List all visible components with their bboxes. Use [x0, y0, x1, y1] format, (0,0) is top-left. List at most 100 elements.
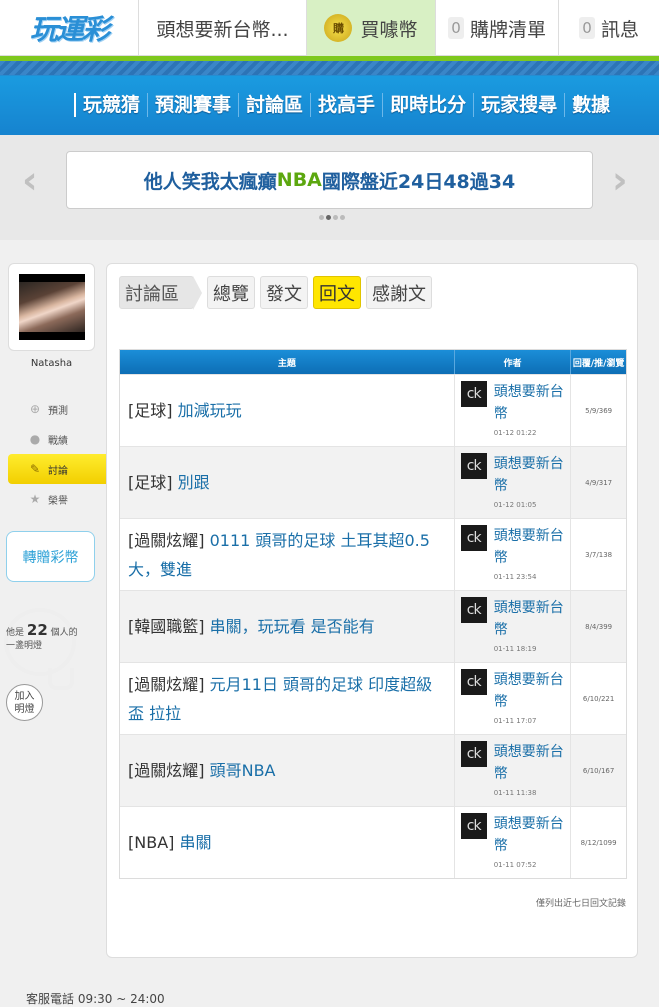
- author-link[interactable]: 頭想要新台幣: [494, 453, 568, 497]
- messages-button[interactable]: 0 訊息: [558, 0, 659, 56]
- topic-category: [過關炫耀]: [128, 530, 205, 550]
- topic-category: [韓國職籃]: [128, 617, 205, 636]
- author-avatar[interactable]: ck: [460, 813, 487, 839]
- coin-icon: 購: [324, 14, 353, 42]
- stats-cell: 3/7/138: [570, 519, 626, 590]
- author-link[interactable]: 頭想要新台幣: [494, 381, 568, 425]
- nav-item-predict[interactable]: 預測賽事: [147, 93, 238, 117]
- tab-thanks[interactable]: 感謝文: [366, 276, 432, 309]
- topic-link[interactable]: 別跟: [178, 473, 210, 492]
- topic-cell: [過關炫耀] 元月11日 頭哥的足球 印度超級盃 拉拉: [120, 663, 454, 734]
- avatar[interactable]: [19, 274, 85, 340]
- stats-cell: 6/10/167: [570, 735, 626, 806]
- table-row: [過關炫耀] 0111 頭哥的足球 土耳其超0.5大，雙進 ck 頭想要新台幣 …: [120, 518, 626, 590]
- replies-table: 主題 作者 回覆/推/瀏覽 [足球] 加減玩玩 ck 頭想要新台幣 01-12 …: [119, 349, 627, 879]
- author-cell: ck 頭想要新台幣 01-11 18:19: [453, 591, 571, 662]
- carousel-dot[interactable]: [340, 215, 345, 220]
- author-cell: ck 頭想要新台幣 01-11 23:54: [453, 519, 571, 590]
- banner-text-league: NBA: [276, 169, 322, 191]
- author-avatar[interactable]: ck: [460, 669, 487, 695]
- sidebar-item-predictions[interactable]: ⊕ 預測: [8, 394, 112, 424]
- post-time: 01-11 18:19: [493, 645, 537, 653]
- author-link[interactable]: 頭想要新台幣: [494, 597, 568, 641]
- cart-button[interactable]: 0 購牌清單: [435, 0, 558, 56]
- topic-category: [足球]: [128, 473, 173, 492]
- author-avatar[interactable]: ck: [460, 597, 487, 623]
- tab-overview[interactable]: 總覽: [207, 276, 255, 309]
- nav-item-stats[interactable]: 數據: [564, 93, 617, 117]
- author-link[interactable]: 頭想要新台幣: [494, 525, 568, 569]
- logo-text: 玩運彩: [29, 13, 110, 46]
- topic-link[interactable]: 串關: [179, 833, 211, 852]
- sidebar-item-label: 討論: [48, 465, 68, 477]
- nav-item-live-scores[interactable]: 即時比分: [382, 93, 473, 117]
- tab-forum-section: 討論區: [119, 276, 202, 310]
- topic-link[interactable]: 串關，玩玩看 是否能有: [210, 617, 375, 636]
- carousel-dot[interactable]: [333, 215, 338, 220]
- topic-link[interactable]: 加減玩玩: [178, 401, 242, 420]
- post-time: 01-11 11:38: [493, 789, 537, 797]
- table-row: [過關炫耀] 元月11日 頭哥的足球 印度超級盃 拉拉 ck 頭想要新台幣 01…: [120, 662, 626, 734]
- nav-item-forum[interactable]: 討論區: [238, 93, 310, 117]
- messages-count-badge: 0: [578, 17, 595, 39]
- author-cell: ck 頭想要新台幣 01-12 01:22: [453, 375, 571, 446]
- nav-item-bet[interactable]: 玩競猜: [74, 93, 147, 117]
- banner-carousel: ‹ 他人笑我太瘋癲 NBA 國際盤近24日48過34 ›: [0, 135, 659, 240]
- topic-category: [過關炫耀]: [128, 674, 205, 694]
- topic-link[interactable]: 頭哥NBA: [210, 761, 276, 780]
- nav-item-player-search[interactable]: 玩家搜尋: [473, 93, 564, 117]
- carousel-dot[interactable]: [319, 215, 324, 220]
- author-link[interactable]: 頭想要新台幣: [494, 813, 568, 857]
- profile-card: [8, 263, 95, 351]
- author-avatar[interactable]: ck: [460, 525, 487, 551]
- site-logo[interactable]: 玩運彩: [0, 0, 138, 56]
- target-icon: ⊕: [29, 402, 41, 416]
- banner-text-part2: 國際盤近24日48過34: [321, 170, 516, 193]
- top-bar: 玩運彩 頭想要新台幣... 購 買噱幣 0 購牌清單 0 訊息: [0, 0, 659, 56]
- banner-scalloped-edge: [0, 236, 659, 244]
- topic-category: [足球]: [128, 401, 173, 420]
- topic-category: [NBA]: [128, 833, 175, 852]
- author-avatar[interactable]: ck: [460, 453, 487, 479]
- join-label-line1: 加入: [14, 690, 35, 702]
- topic-cell: [韓國職籃] 串關，玩玩看 是否能有: [120, 591, 454, 662]
- sidebar-item-record[interactable]: ● 戰績: [8, 424, 112, 454]
- post-time: 01-11 23:54: [493, 573, 537, 581]
- main-nav: 玩競猜 預測賽事 討論區 找高手 即時比分 玩家搜尋 數據: [0, 61, 659, 135]
- post-time: 01-12 01:22: [493, 429, 537, 437]
- sidebar-item-honors[interactable]: ★ 榮譽: [8, 484, 112, 514]
- table-header: 主題 作者 回覆/推/瀏覽: [120, 350, 626, 374]
- author-cell: ck 頭想要新台幣 01-12 01:05: [453, 447, 571, 518]
- buy-coin-button[interactable]: 購 買噱幣: [306, 0, 435, 56]
- chevron-left-icon[interactable]: ‹: [22, 161, 38, 199]
- author-link[interactable]: 頭想要新台幣: [494, 669, 568, 713]
- sidebar-item-discussion[interactable]: ✎ 討論: [8, 454, 120, 484]
- author-avatar[interactable]: ck: [460, 381, 487, 407]
- carousel-dots: [319, 215, 345, 220]
- topic-cell: [足球] 別跟: [120, 447, 454, 518]
- author-avatar[interactable]: ck: [460, 741, 487, 767]
- join-label-line2: 明燈: [14, 703, 35, 715]
- topic-cell: [過關炫耀] 頭哥NBA: [120, 735, 454, 806]
- author-cell: ck 頭想要新台幣 01-11 11:38: [453, 735, 571, 806]
- messages-label: 訊息: [600, 18, 639, 41]
- carousel-dot-active[interactable]: [326, 215, 331, 220]
- topic-cell: [足球] 加減玩玩: [120, 375, 454, 446]
- author-link[interactable]: 頭想要新台幣: [494, 741, 568, 785]
- topic-cell: [過關炫耀] 0111 頭哥的足球 土耳其超0.5大，雙進: [120, 519, 454, 590]
- tab-posts[interactable]: 發文: [260, 276, 308, 309]
- stats-cell: 6/10/221: [570, 663, 626, 734]
- table-row: [NBA] 串關 ck 頭想要新台幣 01-11 07:52 8/12/1099: [120, 806, 626, 878]
- table-row: [過關炫耀] 頭哥NBA ck 頭想要新台幣 01-11 11:38 6/10/…: [120, 734, 626, 806]
- footer-service-hours: 客服電話 09:30 ~ 24:00: [26, 992, 165, 1006]
- topic-category: [過關炫耀]: [128, 761, 205, 780]
- followers-prefix: 他是: [6, 628, 25, 638]
- banner-slide[interactable]: 他人笑我太瘋癲 NBA 國際盤近24日48過34: [66, 151, 593, 209]
- tab-replies[interactable]: 回文: [313, 276, 361, 309]
- join-follow-button[interactable]: 加入 明燈: [6, 684, 43, 721]
- transfer-coins-button[interactable]: 轉贈彩幣: [6, 531, 95, 582]
- cart-label: 購牌清單: [469, 18, 546, 41]
- user-title-link[interactable]: 頭想要新台幣...: [138, 0, 306, 56]
- nav-item-experts[interactable]: 找高手: [310, 93, 382, 117]
- chevron-right-icon[interactable]: ›: [612, 161, 628, 199]
